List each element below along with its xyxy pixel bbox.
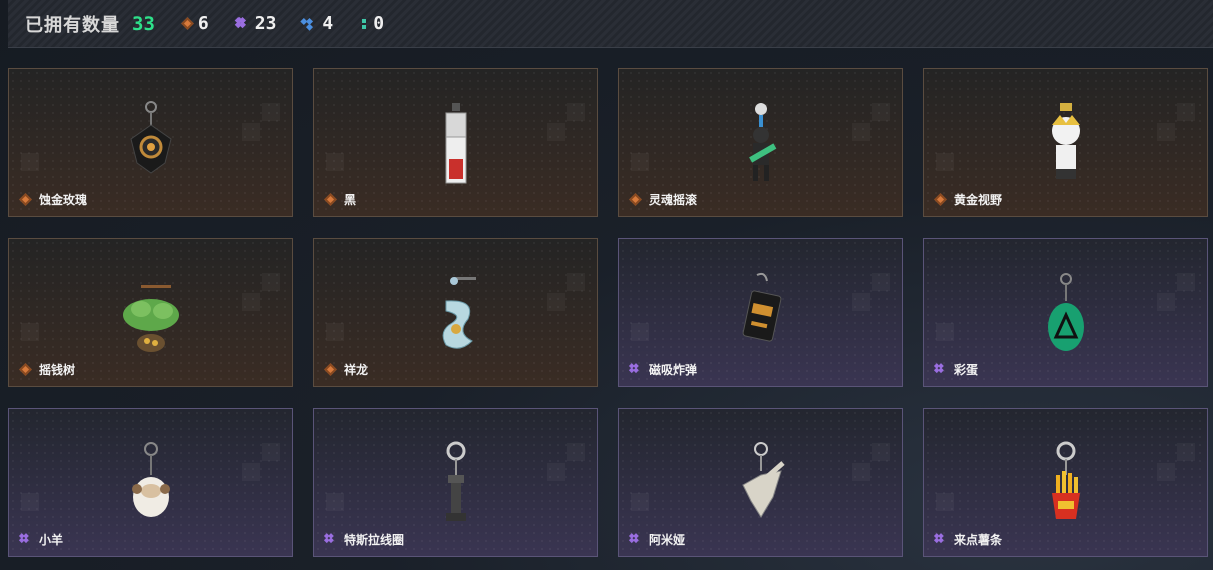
charm-card[interactable]: 灵魂摇滚: [618, 68, 903, 217]
charm-name: 摇钱树: [39, 363, 76, 377]
charm-card[interactable]: 彩蛋: [923, 238, 1208, 387]
card-charm-image: [416, 101, 496, 191]
charm-card[interactable]: 磁吸炸弹: [618, 238, 903, 387]
purple-rarity-icon: [630, 534, 642, 546]
orange-diamond-icon: [181, 17, 194, 30]
charm-name: 祥龙: [344, 363, 369, 377]
orange-rarity-icon: [935, 194, 947, 206]
stat-teal: 0: [361, 13, 384, 34]
charm-name: 黄金视野: [954, 193, 1003, 207]
charm-grid: 蚀金玫瑰 黑 灵魂摇滚 黄金视野 摇钱树 祥龙 磁吸炸弹 彩蛋 小羊 特斯拉线圈…: [8, 68, 1208, 557]
charm-card[interactable]: 祥龙: [313, 238, 598, 387]
charm-name: 蚀金玫瑰: [39, 193, 88, 207]
orange-rarity-icon: [20, 364, 32, 376]
sheep-charm-image: [111, 441, 191, 531]
bomb-charm-image: [721, 271, 801, 361]
orange-rarity-icon: [20, 194, 32, 206]
fries-charm-image: [1026, 441, 1106, 531]
charm-name: 黑: [344, 193, 357, 207]
charm-card[interactable]: 摇钱树: [8, 238, 293, 387]
purple-rarity-icon: [935, 364, 947, 376]
charm-card[interactable]: 阿米娅: [618, 408, 903, 557]
charm-name: 特斯拉线圈: [344, 533, 405, 547]
purple-rarity-icon: [325, 534, 337, 546]
rose-charm-image: [111, 101, 191, 191]
guitarist-charm-image: [721, 101, 801, 191]
charm-card[interactable]: 黄金视野: [923, 68, 1208, 217]
egg-charm-image: [1026, 271, 1106, 361]
charm-name: 磁吸炸弹: [649, 363, 698, 377]
charm-name: 灵魂摇滚: [649, 193, 698, 207]
charm-card[interactable]: 小羊: [8, 408, 293, 557]
charm-name: 彩蛋: [954, 363, 979, 377]
stat-purple: 23: [237, 13, 277, 34]
stat-purple-value: 23: [254, 13, 277, 34]
owned-count-label: 已拥有数量: [25, 14, 120, 36]
doll-charm-image: [1026, 101, 1106, 191]
charm-name: 小羊: [39, 533, 64, 547]
blue-diamond-cluster-icon: [304, 18, 316, 30]
charm-card[interactable]: 蚀金玫瑰: [8, 68, 293, 217]
bunny-charm-image: [721, 441, 801, 531]
orange-rarity-icon: [630, 194, 642, 206]
stat-teal-value: 0: [373, 13, 385, 34]
charm-card[interactable]: 黑: [313, 68, 598, 217]
teal-dots-icon: [361, 18, 367, 30]
stat-orange-value: 6: [197, 13, 209, 34]
money-tree-charm-image: [111, 271, 191, 361]
purple-rarity-icon: [935, 534, 947, 546]
orange-rarity-icon: [325, 364, 337, 376]
charm-card[interactable]: 特斯拉线圈: [313, 408, 598, 557]
collection-header: 已拥有数量 33 6 23 4 0: [8, 0, 1213, 48]
stat-blue: 4: [304, 13, 333, 34]
charm-name: 来点薯条: [954, 533, 1003, 547]
purple-rarity-icon: [630, 364, 642, 376]
purple-diamond-cluster-icon: [237, 18, 249, 30]
dragon-charm-image: [416, 271, 496, 361]
orange-rarity-icon: [325, 194, 337, 206]
owned-count-value: 33: [132, 12, 155, 35]
purple-rarity-icon: [20, 534, 32, 546]
tesla-coil-charm-image: [416, 441, 496, 531]
stat-blue-value: 4: [322, 13, 334, 34]
charm-card[interactable]: 来点薯条: [923, 408, 1208, 557]
charm-name: 阿米娅: [649, 533, 686, 547]
stat-orange: 6: [181, 13, 209, 34]
